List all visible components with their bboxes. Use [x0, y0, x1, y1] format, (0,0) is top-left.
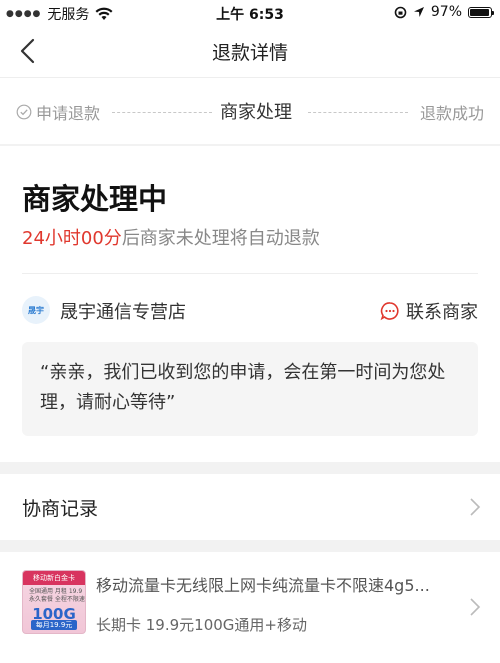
location-icon	[413, 7, 424, 17]
status-subtitle-text: 后商家未处理将自动退款	[121, 228, 320, 249]
step-merchant: 商家处理	[220, 98, 292, 124]
merchant-message: “亲亲，我们已收到您的申请，会在第一时间为您处理，请耐心等待”	[22, 342, 478, 436]
thumbnail-feature-line: 永久套餐 全程不限速	[29, 596, 85, 603]
product-title: 移动流量卡无线限上网卡纯流量卡不限速4g5...	[96, 576, 430, 595]
page-title: 退款详情	[211, 42, 288, 64]
store-logo[interactable]: 晟宇	[22, 296, 50, 324]
product-row[interactable]: 移动新白金卡 全国通用 月租 19.9 永久套餐 全程不限速 100G 每月19…	[0, 552, 500, 663]
step-success-label: 退款成功	[419, 104, 484, 123]
nav-bar: 退款详情	[0, 26, 500, 78]
refund-status-card: 商家处理中 24小时00分后商家未处理将自动退款 晟宇 晟宇通信专营店 联系商家…	[0, 146, 500, 462]
countdown-text: 24小时00分	[22, 228, 122, 249]
negotiation-record-row[interactable]: 协商记录	[0, 474, 500, 540]
status-title: 商家处理中	[22, 182, 168, 216]
step-connector	[112, 112, 212, 113]
refund-progress: 申请退款 商家处理 退款成功	[0, 78, 500, 144]
battery-fill	[470, 8, 490, 16]
negotiation-record-label: 协商记录	[22, 498, 99, 520]
thumbnail-banner: 移动新白金卡	[23, 571, 85, 585]
battery-icon	[468, 6, 494, 18]
store-name[interactable]: 晟宇通信专营店	[60, 298, 186, 324]
battery-percent: 97%	[430, 4, 462, 20]
product-spec: 长期卡 19.9元100G通用+移动	[96, 616, 307, 634]
thumbnail-price: 每月19.9元	[31, 620, 77, 630]
step-success: 退款成功	[420, 100, 484, 124]
check-circle-icon	[16, 104, 32, 120]
thumbnail-features: 全国通用 月租 19.9 永久套餐 全程不限速	[29, 588, 85, 604]
step-apply-label: 申请退款	[36, 104, 101, 123]
rotation-lock-icon	[394, 6, 407, 18]
contact-merchant-button[interactable]: 联系商家	[380, 298, 478, 324]
thumbnail-feature-line: 全国通用 月租 19.9	[29, 588, 83, 595]
store-row: 晟宇 晟宇通信专营店 联系商家	[22, 294, 478, 326]
chevron-right-icon	[470, 498, 481, 516]
step-merchant-label: 商家处理	[220, 102, 292, 123]
contact-merchant-label: 联系商家	[406, 302, 478, 323]
chevron-right-icon	[470, 598, 481, 616]
step-apply: 申请退款	[16, 100, 100, 124]
chat-icon	[380, 302, 399, 321]
status-bar: ●●●● 无服务 上午 6:53 97%	[0, 0, 500, 26]
store-logo-text: 晟宇	[28, 305, 44, 315]
section-divider	[22, 273, 478, 274]
step-connector	[308, 112, 408, 113]
status-subtitle: 24小时00分后商家未处理将自动退款	[22, 224, 320, 250]
product-thumbnail[interactable]: 移动新白金卡 全国通用 月租 19.9 永久套餐 全程不限速 100G 每月19…	[22, 570, 86, 634]
status-right: 97%	[394, 4, 494, 20]
